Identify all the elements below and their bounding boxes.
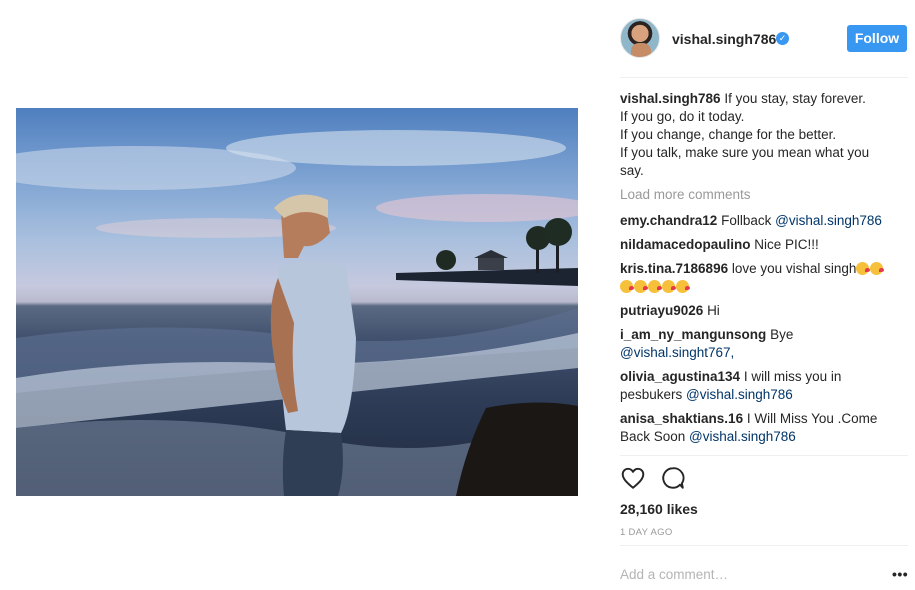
- comments-divider: [620, 455, 908, 456]
- comment-text: Nice PIC!!!: [754, 237, 819, 252]
- list-item: i_am_ny_mangunsong Bye @vishal.singht767…: [620, 326, 892, 362]
- comment-username[interactable]: emy.chandra12: [620, 213, 717, 228]
- comment-text: Hi: [707, 303, 720, 318]
- header-username[interactable]: vishal.singh786: [672, 31, 776, 47]
- comment-mention[interactable]: @vishal.singh786: [686, 387, 793, 402]
- caption: vishal.singh786 If you stay, stay foreve…: [620, 90, 892, 180]
- comment-username[interactable]: putriayu9026: [620, 303, 703, 318]
- comment-mention[interactable]: @vishal.singht767,: [620, 345, 734, 360]
- kiss-emoji-icon: [634, 280, 648, 293]
- comment-username[interactable]: i_am_ny_mangunsong: [620, 327, 766, 342]
- kiss-emoji-icon: [870, 262, 885, 275]
- comment-mention[interactable]: @vishal.singh786: [775, 213, 882, 228]
- post-sidebar: vishal.singh786 ✓ Follow vishal.singh786…: [620, 0, 908, 590]
- beach-photo-illustration: [16, 130, 578, 496]
- comment-text: Follback: [721, 213, 776, 228]
- comment-username[interactable]: kris.tina.7186896: [620, 261, 728, 276]
- kiss-emoji-icon: [676, 280, 690, 293]
- comment-text: Bye: [770, 327, 794, 342]
- kiss-emoji-icon: [662, 280, 676, 293]
- comment-mention[interactable]: @vishal.singh786: [689, 429, 796, 444]
- list-item: emy.chandra12 Follback @vishal.singh786: [620, 212, 892, 230]
- comment-username[interactable]: nildamacedopaulino: [620, 237, 751, 252]
- comment-text: love you vishal singh: [731, 261, 857, 276]
- avatar[interactable]: [620, 18, 660, 58]
- header-divider: [620, 77, 908, 78]
- add-comment-input[interactable]: [620, 565, 870, 583]
- list-item: olivia_agustina134 I will miss you in pe…: [620, 368, 892, 404]
- kiss-emoji-icon: [648, 280, 662, 293]
- list-item: kris.tina.7186896 love you vishal singh: [620, 260, 892, 296]
- load-more-comments-link[interactable]: Load more comments: [620, 186, 892, 204]
- post-header: vishal.singh786 ✓ Follow: [620, 18, 908, 62]
- verified-badge-icon: ✓: [776, 32, 789, 45]
- follow-button[interactable]: Follow: [847, 25, 907, 52]
- kiss-emoji-icon: [856, 262, 871, 275]
- comment-icon[interactable]: [660, 465, 686, 491]
- comments-list: vishal.singh786 If you stay, stay foreve…: [620, 90, 892, 452]
- date-divider: [620, 545, 908, 546]
- kiss-emoji-icon: [620, 280, 634, 293]
- caption-username[interactable]: vishal.singh786: [620, 91, 721, 106]
- likes-count[interactable]: 28,160 likes: [620, 501, 698, 517]
- post-photo[interactable]: [16, 108, 578, 496]
- more-options-icon[interactable]: •••: [892, 566, 908, 582]
- list-item: putriayu9026 Hi: [620, 302, 892, 320]
- comment-username[interactable]: olivia_agustina134: [620, 369, 740, 384]
- heart-icon[interactable]: [620, 465, 646, 491]
- list-item: nildamacedopaulino Nice PIC!!!: [620, 236, 892, 254]
- comment-username[interactable]: anisa_shaktians.16: [620, 411, 743, 426]
- post-date[interactable]: 1 DAY AGO: [620, 527, 673, 538]
- list-item: anisa_shaktians.16 I Will Miss You .Come…: [620, 410, 892, 446]
